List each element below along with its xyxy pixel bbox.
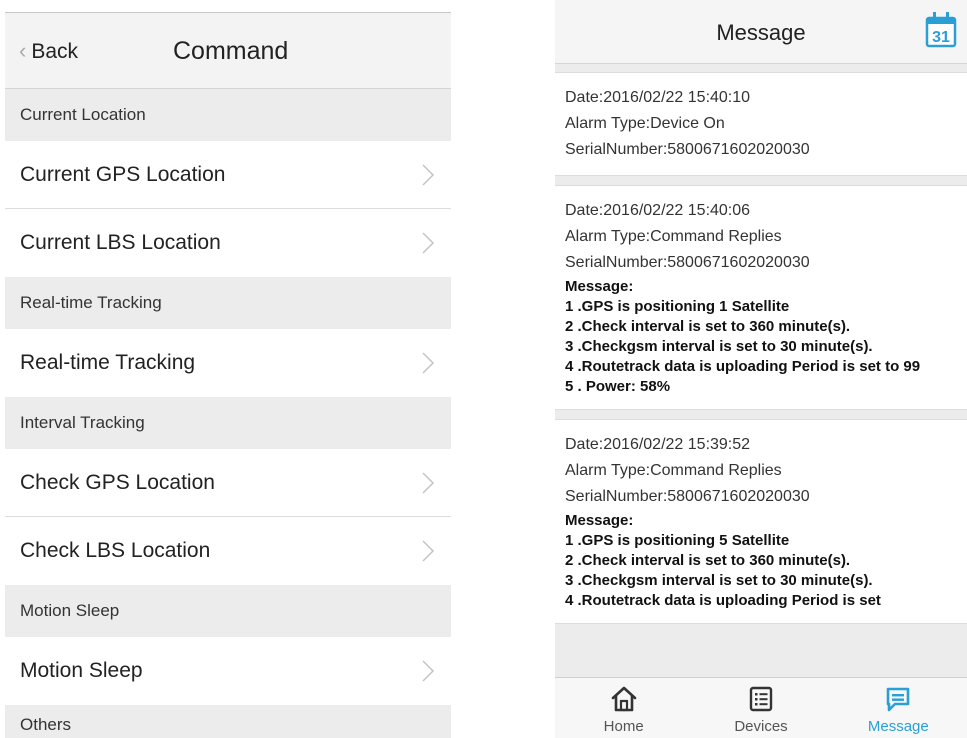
tab-home-label: Home (603, 718, 644, 735)
section-header: Others (5, 705, 451, 738)
calendar-day-label: 31 (932, 29, 950, 46)
message-serial: SerialNumber:5800671602020030 (565, 488, 810, 505)
chevron-right-icon (422, 352, 435, 374)
home-icon (611, 686, 636, 712)
message-serial: SerialNumber:5800671602020030 (565, 254, 810, 271)
message-card[interactable]: Date:2016/02/22 15:40:10 Alarm Type:Devi… (555, 72, 967, 176)
message-card[interactable]: Date:2016/02/22 15:40:06 Alarm Type:Comm… (555, 185, 967, 410)
message-feed[interactable]: Date:2016/02/22 15:40:10 Alarm Type:Devi… (555, 64, 967, 677)
message-icon (887, 687, 910, 712)
command-list: Current Location Current GPS Location Cu… (5, 88, 451, 738)
message-line: 3 .Checkgsm interval is set to 30 minute… (565, 572, 873, 589)
section-header: Interval Tracking (5, 397, 451, 449)
page-title: Message (716, 20, 806, 45)
command-item-label: Real-time Tracking (20, 351, 196, 374)
command-item[interactable]: Motion Sleep (5, 637, 451, 705)
message-alarm-type: Alarm Type:Device On (565, 115, 725, 132)
command-item-label: Check LBS Location (20, 539, 211, 562)
command-item-label: Current GPS Location (20, 162, 226, 186)
section-header: Real-time Tracking (5, 277, 451, 329)
tab-devices-label: Devices (734, 718, 788, 735)
devices-icon (749, 686, 773, 712)
chevron-right-icon (422, 232, 435, 254)
chevron-right-icon (422, 472, 435, 494)
back-button[interactable]: ‹ Back (19, 38, 79, 65)
section-header: Motion Sleep (5, 585, 451, 637)
command-item[interactable]: Real-time Tracking (5, 329, 451, 397)
tab-devices[interactable]: Devices (692, 678, 829, 738)
message-line: 1 .GPS is positioning 5 Satellite (565, 532, 790, 549)
command-item-label: Check GPS Location (20, 470, 215, 494)
message-body: 1 .GPS is positioning 1 Satellite 2 .Che… (565, 297, 957, 397)
command-item[interactable]: Check LBS Location (5, 517, 451, 585)
message-date: Date:2016/02/22 15:39:52 (565, 436, 751, 453)
message-line: 4 .Routetrack data is uploading Period i… (565, 592, 881, 609)
message-date: Date:2016/02/22 15:40:10 (565, 89, 751, 106)
message-screen: Message 31 Date:2016/02/22 15:40:10 Alar… (555, 0, 967, 738)
message-line: 3 .Checkgsm interval is set to 30 minute… (565, 338, 873, 355)
message-body-header: Message: (565, 278, 634, 295)
message-date: Date:2016/02/22 15:40:06 (565, 202, 751, 219)
command-screen: ‹ Back Command Current Location Current … (5, 12, 451, 738)
message-line: 5 . Power: 58% (565, 378, 671, 395)
command-item[interactable]: Current GPS Location (5, 141, 451, 209)
message-card[interactable]: Date:2016/02/22 15:39:52 Alarm Type:Comm… (555, 419, 967, 624)
message-line: 2 .Check interval is set to 360 minute(s… (565, 552, 851, 569)
bottom-tab-bar: Home Devices Message (555, 677, 967, 738)
chevron-right-icon (422, 540, 435, 562)
message-alarm-type: Alarm Type:Command Replies (565, 228, 782, 245)
chevron-left-icon: ‹ (19, 38, 27, 63)
chevron-right-icon (422, 660, 435, 682)
message-body-header: Message: (565, 512, 634, 529)
command-nav-bar: ‹ Back Command (5, 12, 451, 88)
command-item-label: Current LBS Location (20, 231, 221, 254)
back-label: Back (31, 40, 79, 63)
chevron-right-icon (422, 164, 435, 186)
message-header-bar: Message 31 (555, 0, 967, 64)
command-item[interactable]: Current LBS Location (5, 209, 451, 277)
message-line: 2 .Check interval is set to 360 minute(s… (565, 318, 851, 335)
section-header: Current Location (5, 89, 451, 141)
message-alarm-type: Alarm Type:Command Replies (565, 462, 782, 479)
message-serial: SerialNumber:5800671602020030 (565, 141, 810, 158)
calendar-icon[interactable]: 31 (925, 10, 957, 48)
command-item[interactable]: Check GPS Location (5, 449, 451, 517)
message-body: 1 .GPS is positioning 5 Satellite 2 .Che… (565, 531, 957, 611)
page-title: Command (173, 37, 289, 65)
message-line: 1 .GPS is positioning 1 Satellite (565, 298, 790, 315)
tab-home[interactable]: Home (555, 678, 692, 738)
command-item-label: Motion Sleep (20, 659, 143, 682)
tab-message[interactable]: Message (830, 678, 967, 738)
message-line: 4 .Routetrack data is uploading Period i… (565, 358, 921, 375)
tab-message-label: Message (867, 718, 929, 735)
